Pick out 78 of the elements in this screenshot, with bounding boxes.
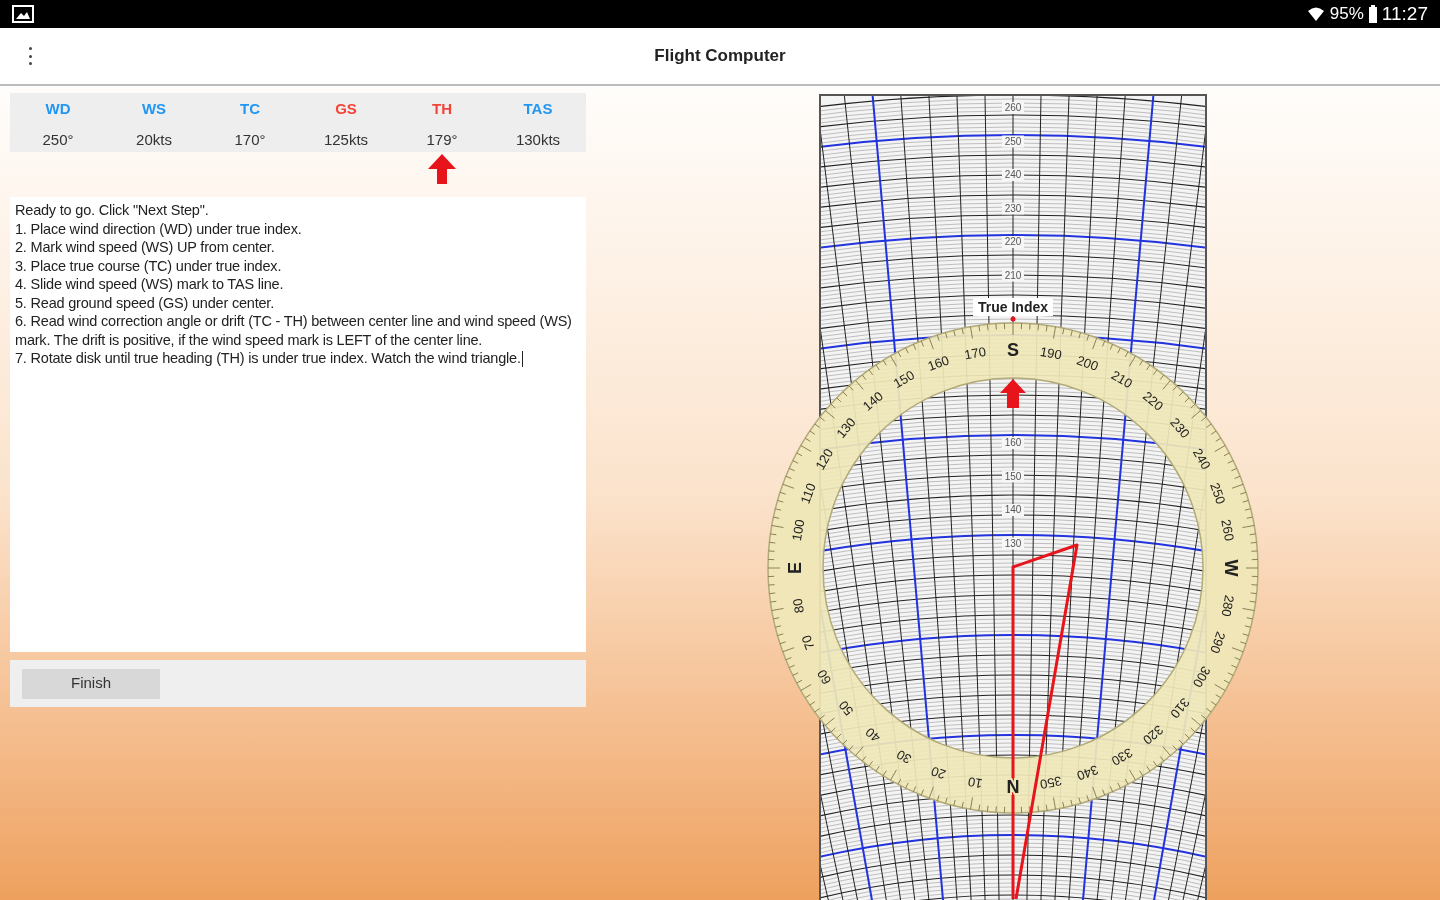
speed-label: 150 (1004, 470, 1022, 482)
finish-button[interactable]: Finish (22, 668, 160, 699)
value-label: WS (141, 99, 167, 119)
instructions-box[interactable] (10, 197, 586, 652)
degree-label: 110 (797, 481, 819, 506)
value-label: GS (335, 99, 357, 119)
cardinal-label: N (1006, 776, 1020, 796)
instruction-text: 2. Mark wind speed (WS) UP from center. (15, 238, 276, 257)
degree-label: 70 (798, 633, 818, 652)
degree-label: 280 (1218, 593, 1237, 618)
text-cursor (521, 351, 523, 368)
degree-label: 350 (1038, 773, 1063, 792)
speed-label: 260 (1004, 102, 1022, 113)
app-title: Flight Computer (654, 45, 786, 68)
battery-level: 95% (1329, 3, 1364, 26)
degree-label: 160 (925, 352, 952, 374)
cardinal-label: W (1221, 559, 1241, 577)
instruction-text: 1. Place wind direction (WD) under true index. (15, 219, 303, 238)
degree-label: 30 (894, 746, 914, 767)
true-index-mark (1010, 316, 1016, 322)
speed-label: 240 (1004, 169, 1022, 180)
true-index-label: True Index (978, 299, 1048, 315)
degree-label: 80 (789, 597, 807, 615)
degree-label: 190 (1038, 344, 1063, 363)
speed-label: 230 (1004, 202, 1022, 214)
instruction-text: 4. Slide wind speed (WS) mark to TAS line. (15, 275, 285, 294)
value-reading: 179° (426, 129, 458, 150)
instruction-text: 5. Read ground speed (GS) under center. (15, 293, 275, 312)
degree-label: 310 (1167, 695, 1193, 722)
speed-label: 210 (1004, 269, 1022, 281)
value-label: TH (432, 99, 452, 119)
degree-label: 40 (862, 724, 884, 746)
degree-label: 100 (789, 518, 808, 543)
degree-label: 200 (1074, 352, 1101, 374)
value-reading: 130kts (515, 129, 561, 150)
speed-label: 130 (1004, 537, 1022, 549)
value-reading: 170° (234, 129, 266, 150)
instruction-text: 3. Place true course (TC) under true index. (15, 256, 283, 275)
degree-label: 240 (1189, 445, 1214, 473)
degree-label: 130 (833, 414, 859, 441)
degree-label: 170 (963, 344, 988, 363)
degree-label: 150 (890, 367, 918, 392)
value-label: TAS (523, 99, 553, 119)
degree-label: 290 (1207, 629, 1229, 656)
wifi-icon (1305, 5, 1326, 23)
value-reading: 20kts (136, 129, 172, 150)
degree-label: 220 (1140, 388, 1167, 414)
degree-label: 320 (1140, 722, 1167, 748)
degree-label: 250 (1207, 480, 1229, 507)
degree-label: 60 (814, 667, 835, 687)
battery-icon (1367, 5, 1378, 23)
cardinal-label: E (785, 562, 805, 574)
degree-label: 140 (859, 388, 886, 414)
speed-label: 220 (1004, 236, 1022, 247)
gallery-icon (12, 5, 34, 23)
degree-label: 330 (1108, 744, 1136, 769)
speed-label: 160 (1004, 437, 1022, 448)
clock: 11:27 (1381, 1, 1428, 26)
instruction-text: Ready to go. Click "Next Step". (15, 201, 210, 220)
true-index-arrow-icon (1000, 379, 1026, 408)
degree-label: 300 (1189, 663, 1214, 691)
degree-label: 10 (966, 774, 984, 792)
value-reading: 125kts (323, 129, 369, 150)
instruction-text: 7. Rotate disk until true heading (TH) is under true index. Watch the wind triangle. (15, 349, 524, 368)
degree-label: 230 (1167, 414, 1193, 441)
degree-label: 340 (1074, 762, 1101, 784)
value-reading: 250° (42, 129, 74, 150)
value-label: WD (45, 99, 71, 119)
instruction-text: 6. Read wind correction angle or drift (TC - TH) between center line and wind speed (WS) mark. The drift is positive, if the wind speed mark is LEFT of the center line. (15, 312, 573, 349)
degree-label: 120 (812, 445, 837, 473)
degree-label: 260 (1218, 518, 1237, 543)
degree-label: 210 (1108, 367, 1136, 392)
speed-label: 250 (1004, 135, 1022, 147)
speed-label: 140 (1004, 504, 1022, 515)
value-label: TC (240, 99, 260, 119)
cardinal-label: S (1007, 340, 1019, 360)
degree-label: 20 (929, 763, 948, 783)
degree-label: 50 (835, 697, 857, 719)
